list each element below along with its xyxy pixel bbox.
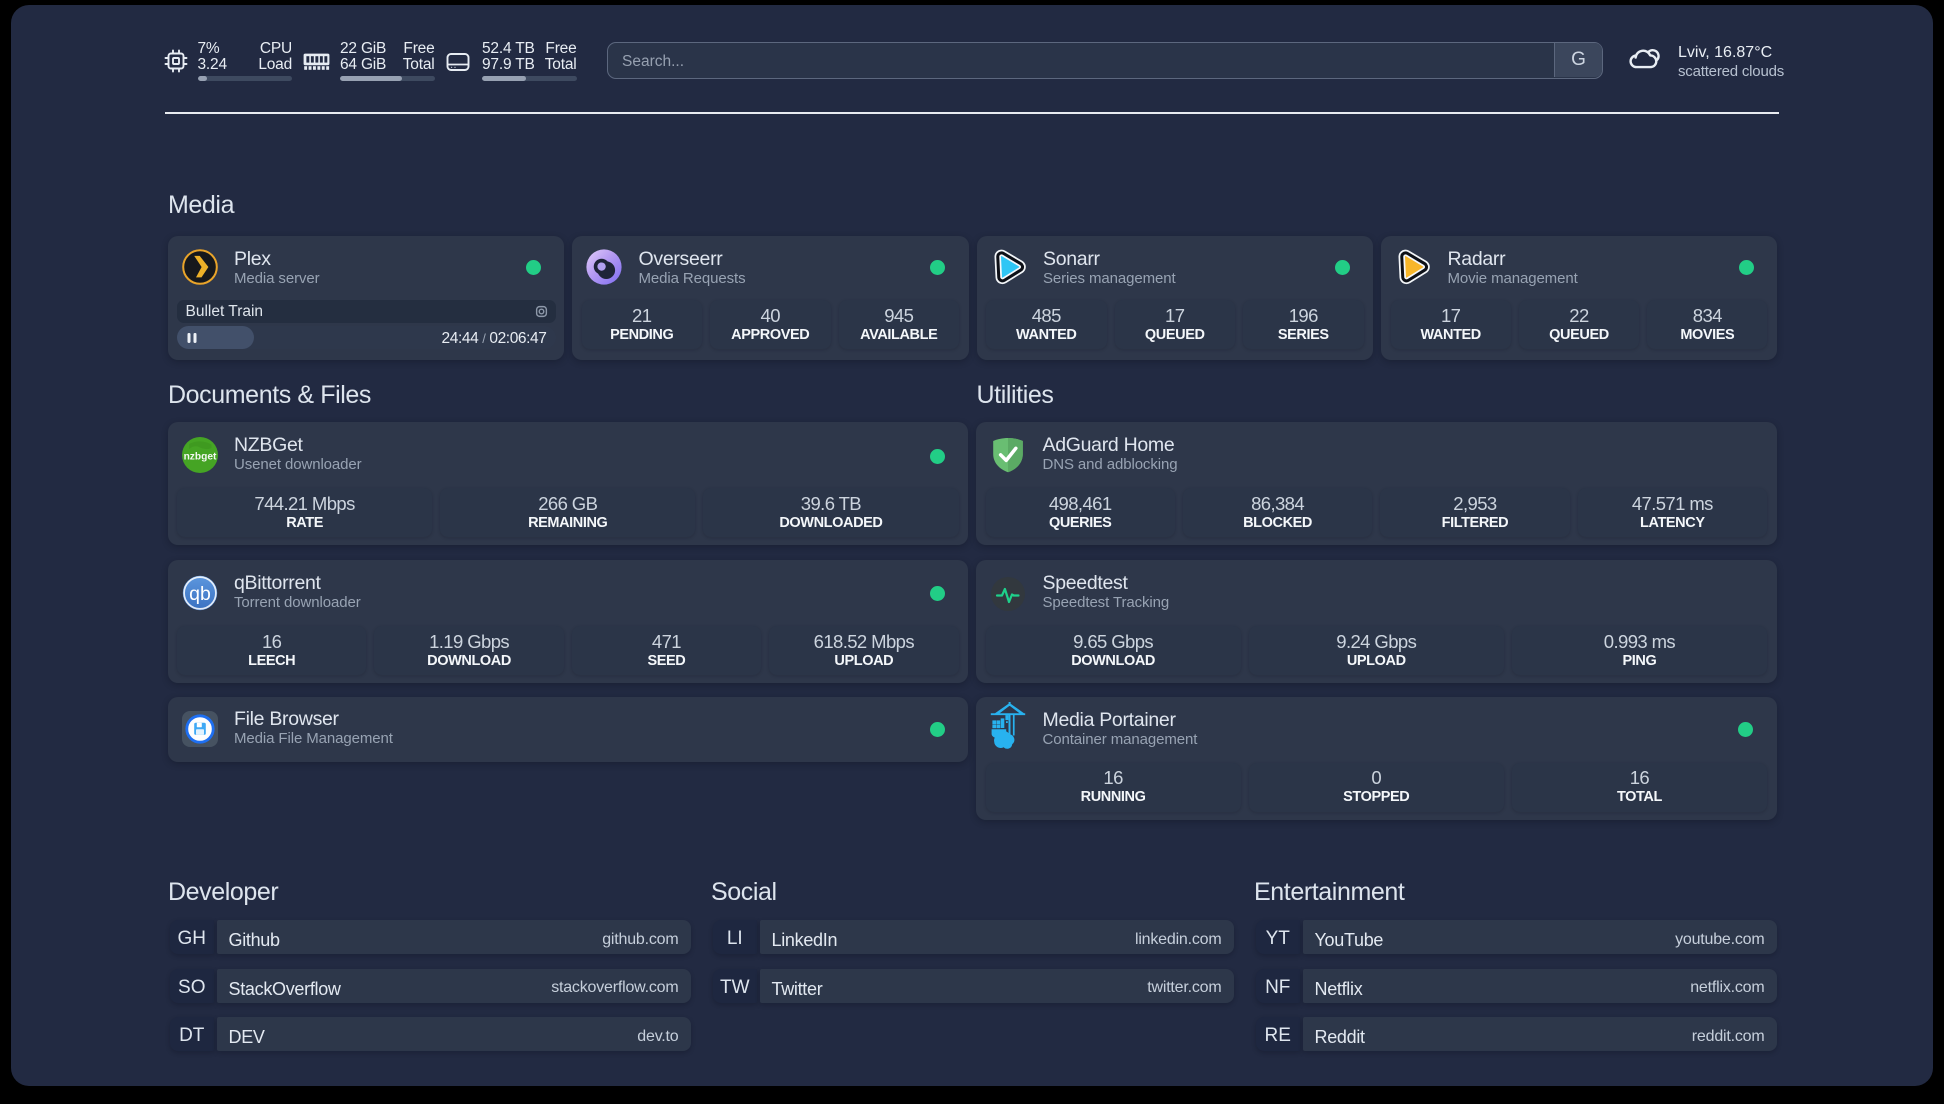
svg-text:nzbget: nzbget xyxy=(183,452,216,463)
svg-text:qb: qb xyxy=(189,583,211,605)
